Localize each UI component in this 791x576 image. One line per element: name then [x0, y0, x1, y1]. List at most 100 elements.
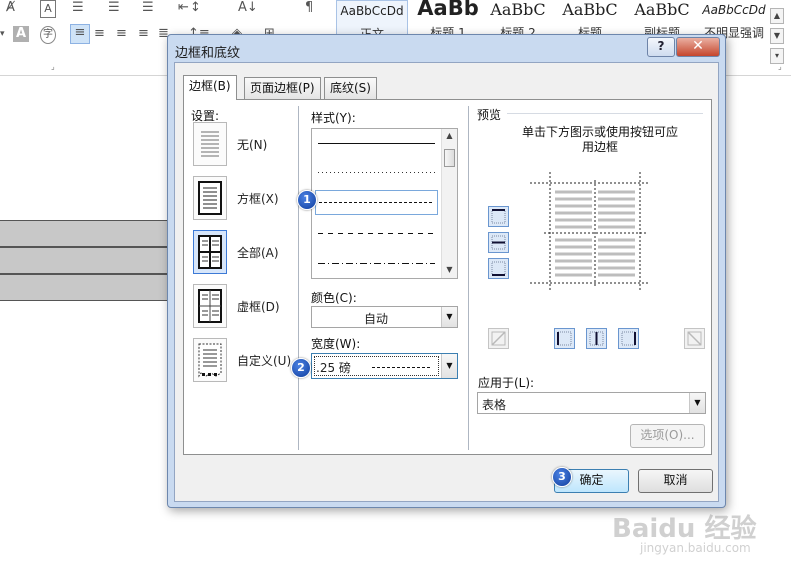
- apply-to-dropdown-arrow-icon[interactable]: ▼: [689, 393, 705, 413]
- color-dropdown-arrow-icon[interactable]: ▼: [441, 307, 457, 327]
- border-all-icon: [198, 235, 222, 269]
- style-sample: AaBbC: [562, 0, 618, 19]
- width-value: .25 磅: [316, 361, 351, 375]
- scroll-down-icon[interactable]: ▼: [442, 263, 457, 277]
- baidu-logo-watermark: Baidu 经验: [612, 514, 757, 544]
- table-row[interactable]: [0, 274, 175, 301]
- close-button[interactable]: ✕: [676, 37, 720, 57]
- bullets-icon[interactable]: ☰: [72, 0, 84, 16]
- preview-label-rule: [507, 113, 703, 114]
- align-left-icon[interactable]: ≡: [70, 24, 90, 44]
- border-none-icon: [201, 131, 219, 157]
- setting-none-label[interactable]: 无(N): [237, 136, 267, 153]
- border-grid-icon: [198, 289, 222, 323]
- clear-formatting-icon[interactable]: A: [40, 0, 56, 18]
- style-sample: AaBbCcDd: [702, 3, 766, 17]
- scroll-thumb[interactable]: [444, 149, 455, 167]
- top-border-button[interactable]: [488, 206, 509, 227]
- diagonal-down-button[interactable]: [684, 328, 705, 349]
- step-badge-2: 2: [291, 358, 311, 378]
- inside-horizontal-button[interactable]: [488, 232, 509, 253]
- color-dropdown[interactable]: 自动 ▼: [311, 306, 458, 328]
- multilevel-list-icon[interactable]: ☰: [142, 0, 154, 16]
- cancel-button[interactable]: 取消: [638, 469, 713, 493]
- right-border-button[interactable]: [618, 328, 639, 349]
- inside-vertical-button[interactable]: [586, 328, 607, 349]
- border-inside-horizontal-icon: [491, 235, 506, 250]
- setting-box-label[interactable]: 方框(X): [237, 190, 279, 207]
- apply-to-value: 表格: [482, 398, 507, 412]
- styles-dialog-launcher-icon[interactable]: ⌟: [778, 62, 787, 71]
- tab-page-border[interactable]: 页面边框(P): [244, 77, 321, 99]
- line-style-selected-frame[interactable]: [315, 190, 438, 215]
- table-row[interactable]: [0, 220, 175, 247]
- font-color-dropdown-icon[interactable]: ▾: [0, 26, 5, 42]
- apply-to-dropdown[interactable]: 表格 ▼: [477, 392, 706, 414]
- width-dropdown-arrow-icon[interactable]: ▼: [441, 354, 457, 378]
- column-divider: [468, 106, 469, 450]
- gallery-scroll-up-icon[interactable]: ▲: [770, 8, 784, 24]
- line-style-dashed: [319, 202, 434, 203]
- left-border-button[interactable]: [554, 328, 575, 349]
- line-style-dotted[interactable]: [318, 172, 435, 173]
- setting-grid-button[interactable]: [193, 284, 227, 328]
- line-spacing-icon[interactable]: ↕: [190, 0, 201, 16]
- scroll-up-icon[interactable]: ▲: [442, 129, 457, 143]
- step-badge-1: 1: [297, 190, 317, 210]
- diagonal-up-icon: [491, 331, 506, 346]
- style-sample: AaBbC: [490, 0, 546, 19]
- apply-to-label: 应用于(L):: [478, 376, 535, 390]
- style-list-scrollbar[interactable]: ▲ ▼: [441, 129, 457, 278]
- tab-shading[interactable]: 底纹(S): [324, 77, 377, 99]
- preview-diagram[interactable]: [530, 172, 650, 292]
- preview-area: [480, 128, 705, 354]
- show-marks-icon[interactable]: ¶: [305, 0, 313, 16]
- encircle-char-icon[interactable]: 字: [40, 26, 56, 44]
- width-dropdown[interactable]: .25 磅 ▼: [311, 353, 458, 379]
- numbering-icon[interactable]: ☰: [108, 0, 120, 16]
- setting-box-button[interactable]: [193, 176, 227, 220]
- decrease-indent-icon[interactable]: ⇤: [178, 0, 189, 16]
- watermark-url: jingyan.baidu.com: [640, 541, 751, 555]
- bottom-border-button[interactable]: [488, 258, 509, 279]
- width-dashed-sample: [372, 367, 432, 368]
- setting-custom-button[interactable]: [193, 338, 227, 382]
- color-value: 自动: [364, 312, 389, 326]
- border-top-icon: [491, 209, 506, 224]
- line-style-solid[interactable]: [318, 143, 435, 144]
- dialog-client-area: 边框(B) 页面边框(P) 底纹(S) 设置: 无(N) 方框(X) 全部(A)…: [174, 62, 719, 502]
- options-button[interactable]: 选项(O)...: [630, 424, 705, 448]
- diagonal-down-icon: [687, 331, 702, 346]
- border-left-icon: [557, 331, 572, 346]
- line-style-long-dash[interactable]: [318, 233, 435, 234]
- align-right-icon[interactable]: ≡: [116, 26, 127, 42]
- color-label: 颜色(C):: [311, 291, 357, 305]
- align-center-icon[interactable]: ≡: [94, 26, 105, 42]
- setting-custom-label[interactable]: 自定义(U): [237, 352, 291, 369]
- step-badge-3: 3: [552, 467, 572, 487]
- setting-none-button[interactable]: [193, 122, 227, 166]
- sort-icon[interactable]: A↓: [238, 0, 258, 16]
- change-case-icon[interactable]: Ⱥ: [6, 0, 15, 16]
- setting-grid-label[interactable]: 虚框(D): [237, 298, 280, 315]
- border-bottom-icon: [491, 261, 506, 276]
- setting-all-button[interactable]: [193, 230, 227, 274]
- gallery-scroll-down-icon[interactable]: ▼: [770, 28, 784, 44]
- style-sample: AaBbC: [634, 0, 690, 19]
- style-label: 样式(Y):: [311, 111, 356, 125]
- help-button[interactable]: ?: [647, 37, 675, 57]
- line-style-list[interactable]: ▲ ▼: [311, 128, 458, 279]
- style-sample: AaBbCcDd: [340, 4, 404, 18]
- line-style-dash-dot[interactable]: [318, 263, 435, 264]
- setting-all-label[interactable]: 全部(A): [237, 244, 279, 261]
- shading-a-icon[interactable]: A: [13, 26, 29, 42]
- width-label: 宽度(W):: [311, 337, 361, 351]
- diagonal-up-button[interactable]: [488, 328, 509, 349]
- justify-icon[interactable]: ≡: [138, 26, 149, 42]
- table-row[interactable]: [0, 247, 175, 274]
- tab-borders[interactable]: 边框(B): [183, 75, 237, 100]
- dialog-title: 边框和底纹: [175, 46, 241, 61]
- border-right-icon: [621, 331, 636, 346]
- style-sample: AaBb: [417, 0, 479, 20]
- font-dialog-launcher-icon[interactable]: ⌟: [51, 62, 60, 71]
